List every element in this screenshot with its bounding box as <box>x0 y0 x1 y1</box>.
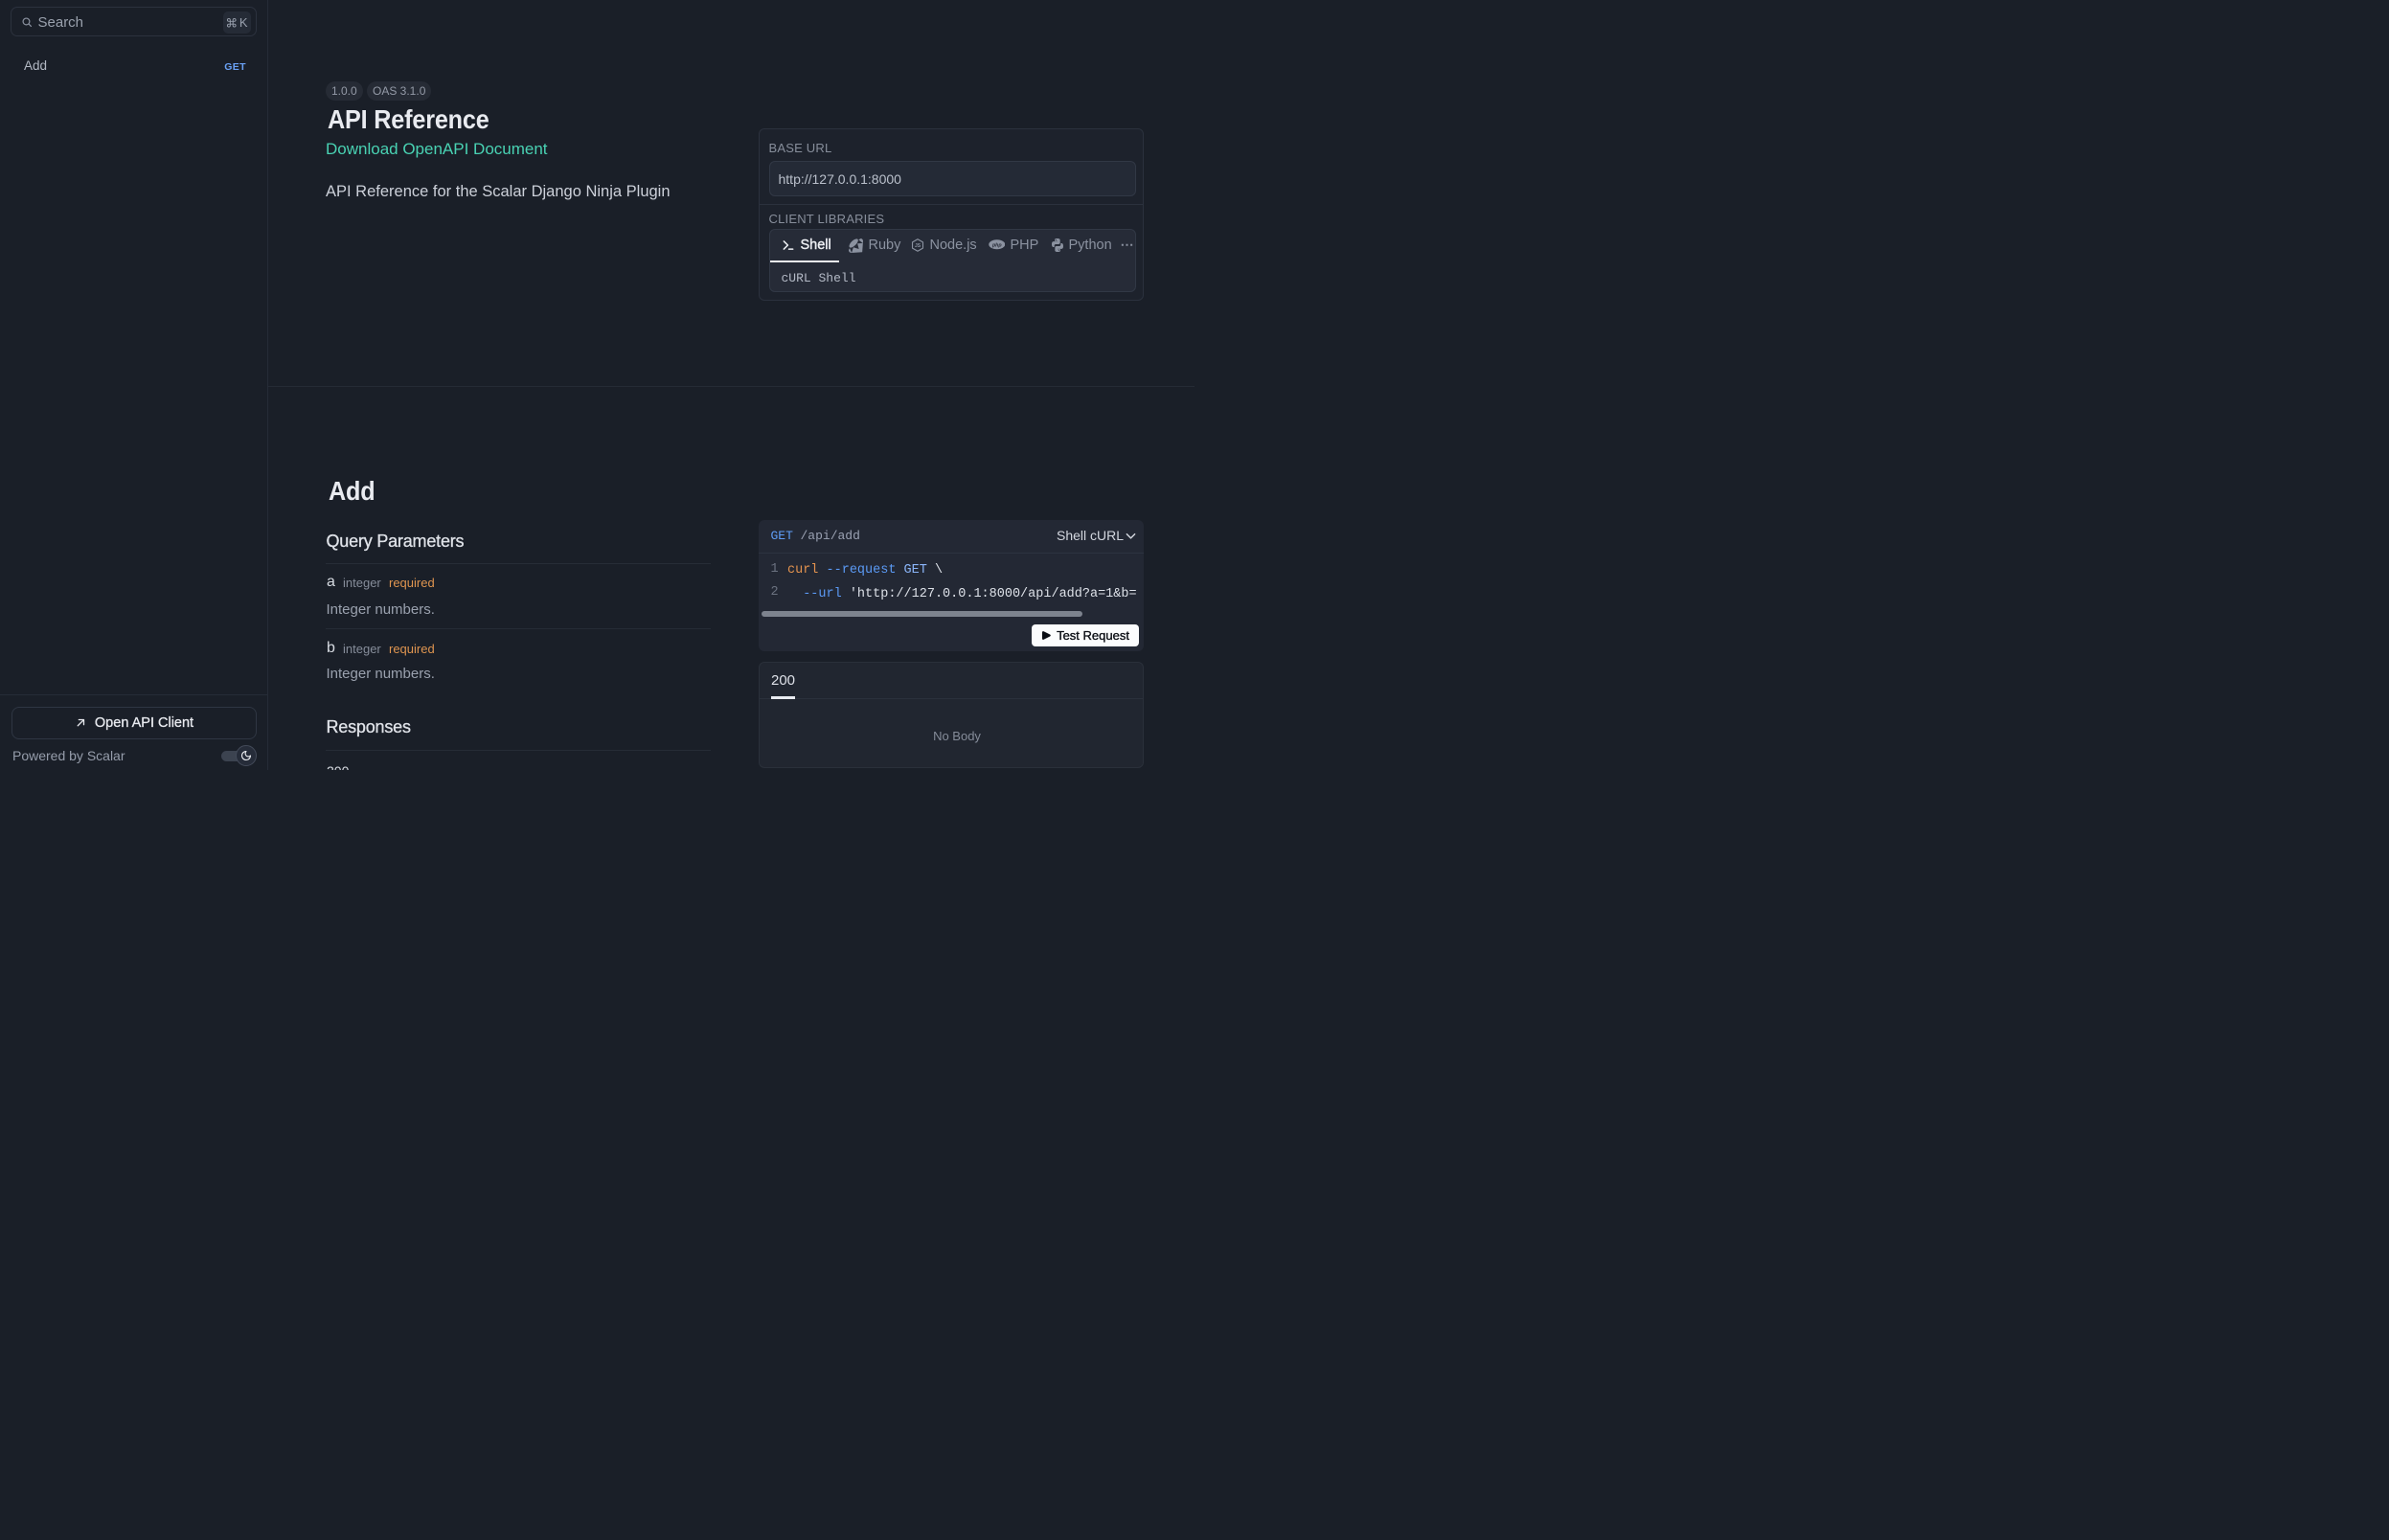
svg-text:JS: JS <box>914 243 921 249</box>
svg-text:php: php <box>990 242 1001 248</box>
